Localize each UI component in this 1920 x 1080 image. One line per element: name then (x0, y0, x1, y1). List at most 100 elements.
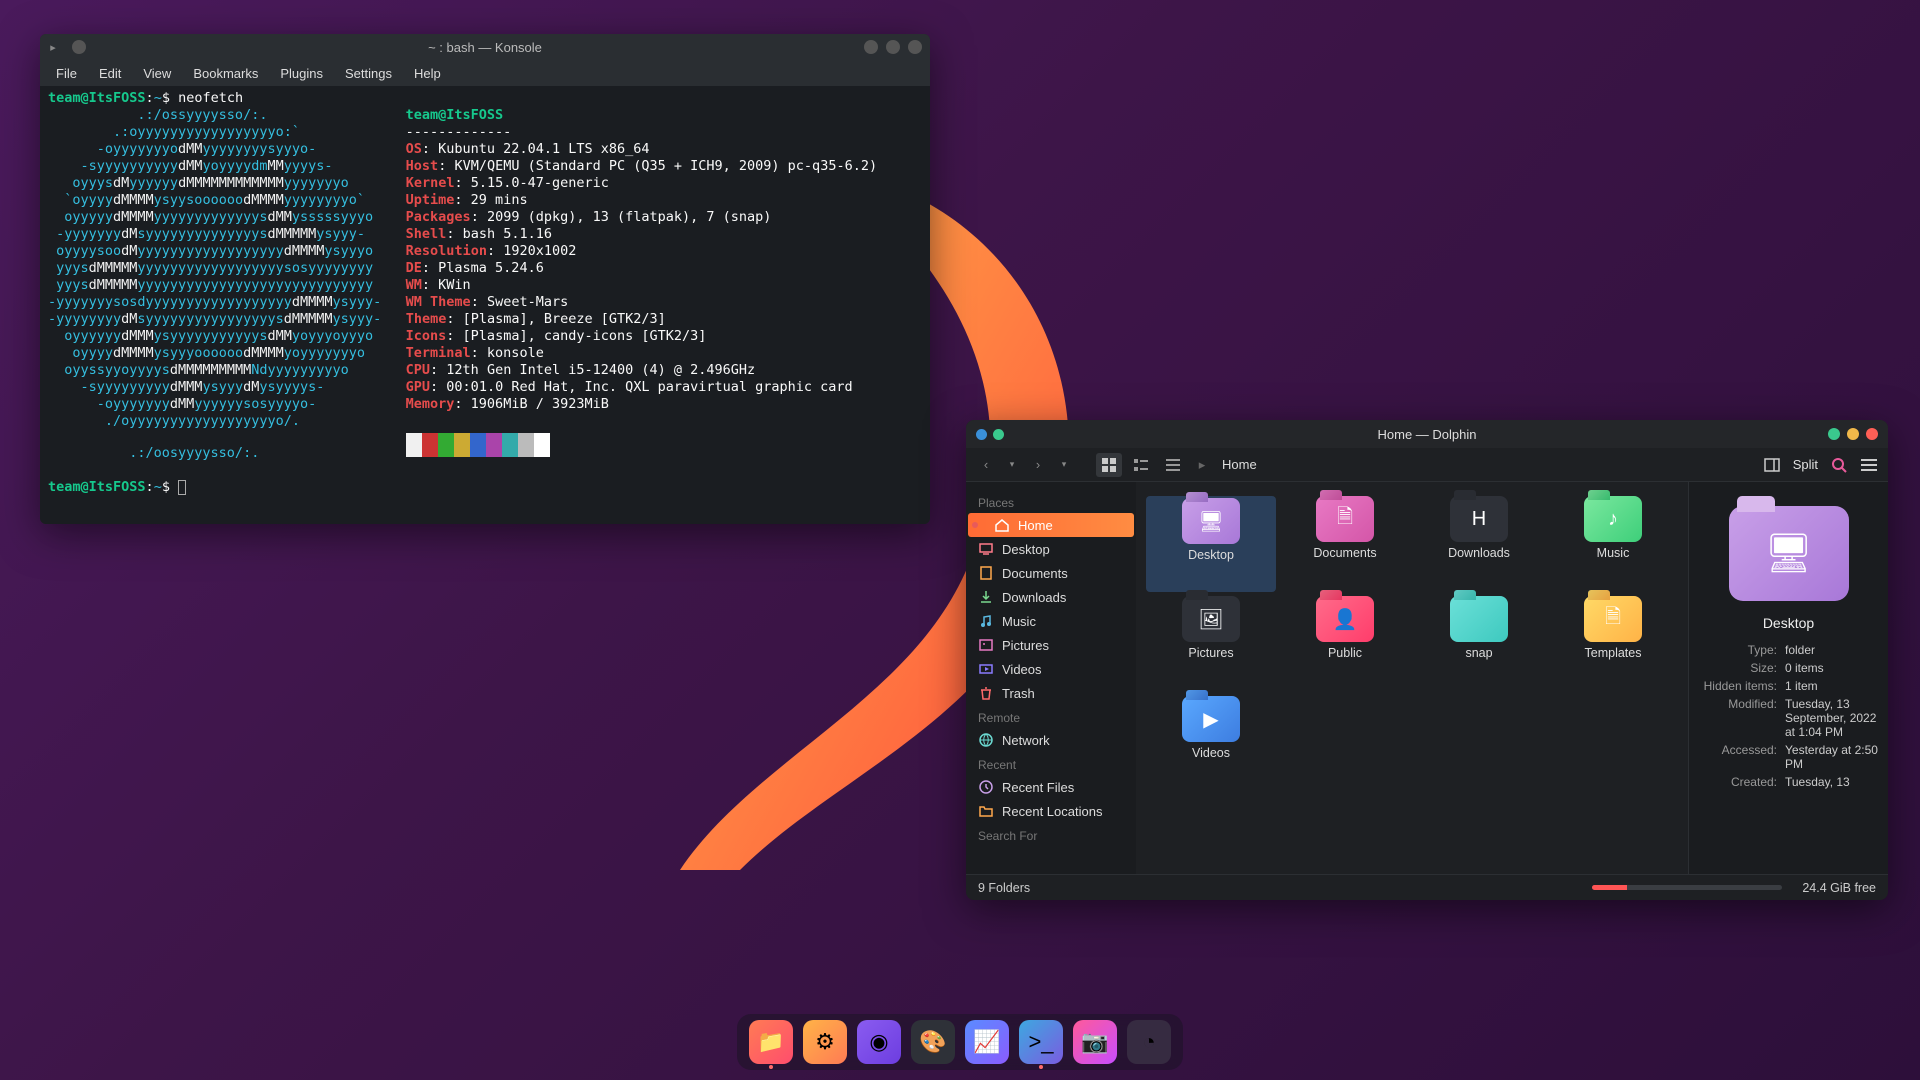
sidebar-item-label: Recent Files (1002, 780, 1074, 795)
down-icon (978, 589, 994, 605)
sidebar-item-trash[interactable]: Trash (966, 681, 1136, 705)
eject-dot-icon[interactable] (972, 522, 978, 528)
back-icon[interactable]: ‹ (976, 455, 996, 475)
tab-dot-icon[interactable] (72, 40, 86, 54)
sidebar-item-music[interactable]: Music (966, 609, 1136, 633)
dock-files-icon[interactable]: 📁 (749, 1020, 793, 1064)
minimize-icon[interactable] (1828, 428, 1840, 440)
sidebar-item-videos[interactable]: Videos (966, 657, 1136, 681)
dolphin-titlebar[interactable]: Home — Dolphin (966, 420, 1888, 448)
dolphin-sidebar: PlacesHomeDesktopDocumentsDownloadsMusic… (966, 482, 1136, 874)
dock-terminal-icon[interactable]: >_ (1019, 1020, 1063, 1064)
folder-public[interactable]: 👤Public (1280, 596, 1410, 692)
minimize-icon[interactable] (864, 40, 878, 54)
compact-view-button[interactable] (1128, 453, 1154, 477)
dolphin-statusbar: 9 Folders 24.4 GiB free (966, 874, 1888, 900)
dolphin-left-indicators (976, 429, 1004, 440)
folder-music[interactable]: ♪Music (1548, 496, 1678, 592)
split-button[interactable]: Split (1793, 457, 1818, 472)
sidebar-item-recent-locations[interactable]: Recent Locations (966, 799, 1136, 823)
dock-clock-icon[interactable]: ◔ (1127, 1020, 1171, 1064)
folder-icon: 🗎 (1316, 496, 1374, 542)
sidebar-heading: Recent (966, 752, 1136, 775)
panel-toggle-icon[interactable] (1763, 456, 1781, 474)
folder-pictures[interactable]: 🖼Pictures (1146, 596, 1276, 692)
sidebar-item-recent-files[interactable]: Recent Files (966, 775, 1136, 799)
sidebar-item-desktop[interactable]: Desktop (966, 537, 1136, 561)
close-icon[interactable] (1866, 428, 1878, 440)
folder-downloads[interactable]: HDownloads (1414, 496, 1544, 592)
close-icon[interactable] (908, 40, 922, 54)
folder-icon: ♪ (1584, 496, 1642, 542)
folder-count: 9 Folders (978, 881, 1030, 895)
forward-icon[interactable]: › (1028, 455, 1048, 475)
breadcrumb-home[interactable]: Home (1222, 457, 1257, 472)
menu-settings[interactable]: Settings (335, 63, 402, 84)
sidebar-item-label: Downloads (1002, 590, 1066, 605)
back-menu-chevron-icon[interactable]: ▾ (1002, 455, 1022, 475)
sidebar-item-label: Home (1018, 518, 1053, 533)
maximize-icon[interactable] (886, 40, 900, 54)
hamburger-menu-icon[interactable] (1860, 456, 1878, 474)
icon-view-button[interactable] (1096, 453, 1122, 477)
pic-icon (978, 637, 994, 653)
folder-templates[interactable]: 🗎Templates (1548, 596, 1678, 692)
info-row: Hidden items:1 item (1699, 677, 1878, 695)
dock-media-icon[interactable]: ◉ (857, 1020, 901, 1064)
breadcrumb-separator-icon: ▸ (1192, 455, 1212, 475)
konsole-titlebar[interactable]: ▸ ~ : bash — Konsole (40, 34, 930, 60)
preview-folder-icon: 🖥 (1729, 506, 1849, 601)
folder-label: Documents (1313, 546, 1376, 560)
info-row: Modified:Tuesday, 13 September, 2022 at … (1699, 695, 1878, 741)
folder-videos[interactable]: ▶Videos (1146, 696, 1276, 792)
sidebar-item-downloads[interactable]: Downloads (966, 585, 1136, 609)
sidebar-item-label: Music (1002, 614, 1036, 629)
sidebar-item-network[interactable]: Network (966, 728, 1136, 752)
dock-monitor-icon[interactable]: 📈 (965, 1020, 1009, 1064)
sidebar-item-label: Recent Locations (1002, 804, 1102, 819)
folder-icon: 🗎 (1584, 596, 1642, 642)
folder-snap[interactable]: snap (1414, 596, 1544, 692)
menu-view[interactable]: View (133, 63, 181, 84)
sidebar-item-label: Network (1002, 733, 1050, 748)
folder-icon: H (1450, 496, 1508, 542)
folder-grid[interactable]: 🖥 Desktop 🗎 Documents HDownloads♪Music 🖼Pictu… (1136, 482, 1688, 874)
sidebar-item-pictures[interactable]: Pictures (966, 633, 1136, 657)
sidebar-item-home[interactable]: Home (968, 513, 1134, 537)
info-row: Size:0 items (1699, 659, 1878, 677)
info-panel: 🖥 Desktop Type:folderSize:0 itemsHidden … (1688, 482, 1888, 874)
sidebar-item-label: Desktop (1002, 542, 1050, 557)
info-row: Accessed:Yesterday at 2:50 PM (1699, 741, 1878, 773)
terminal-output[interactable]: team@ItsFOSS:~$ neofetch .:/ossyyyysso/:… (40, 86, 930, 524)
free-space: 24.4 GiB free (1802, 881, 1876, 895)
video-icon (978, 661, 994, 677)
sidebar-item-documents[interactable]: Documents (966, 561, 1136, 585)
menu-edit[interactable]: Edit (89, 63, 131, 84)
menu-help[interactable]: Help (404, 63, 451, 84)
details-view-button[interactable] (1160, 453, 1186, 477)
dock: 📁⚙◉🎨📈>_📷◔ (737, 1014, 1183, 1070)
maximize-icon[interactable] (1847, 428, 1859, 440)
sidebar-heading: Remote (966, 705, 1136, 728)
konsole-menubar: FileEditViewBookmarksPluginsSettingsHelp (40, 60, 930, 86)
new-tab-icon[interactable]: ▸ (46, 40, 60, 54)
konsole-window: ▸ ~ : bash — Konsole FileEditViewBookmar… (40, 34, 930, 524)
search-icon[interactable] (1830, 456, 1848, 474)
folder-label: Public (1328, 646, 1362, 660)
folder-icon (978, 803, 994, 819)
menu-file[interactable]: File (46, 63, 87, 84)
menu-bookmarks[interactable]: Bookmarks (183, 63, 268, 84)
dock-settings-icon[interactable]: ⚙ (803, 1020, 847, 1064)
folder-icon: 🖥 (1182, 498, 1240, 544)
dolphin-title: Home — Dolphin (1378, 427, 1477, 442)
folder-label: Desktop (1188, 548, 1234, 562)
dock-camera-icon[interactable]: 📷 (1073, 1020, 1117, 1064)
folder-desktop[interactable]: 🖥 Desktop (1146, 496, 1276, 592)
menu-plugins[interactable]: Plugins (270, 63, 333, 84)
folder-documents[interactable]: 🗎 Documents (1280, 496, 1410, 592)
dolphin-toolbar: ‹ ▾ › ▾ ▸ Home Split (966, 448, 1888, 482)
folder-icon: ▶ (1182, 696, 1240, 742)
folder-label: Pictures (1188, 646, 1233, 660)
forward-menu-chevron-icon[interactable]: ▾ (1054, 455, 1074, 475)
dock-krita-icon[interactable]: 🎨 (911, 1020, 955, 1064)
